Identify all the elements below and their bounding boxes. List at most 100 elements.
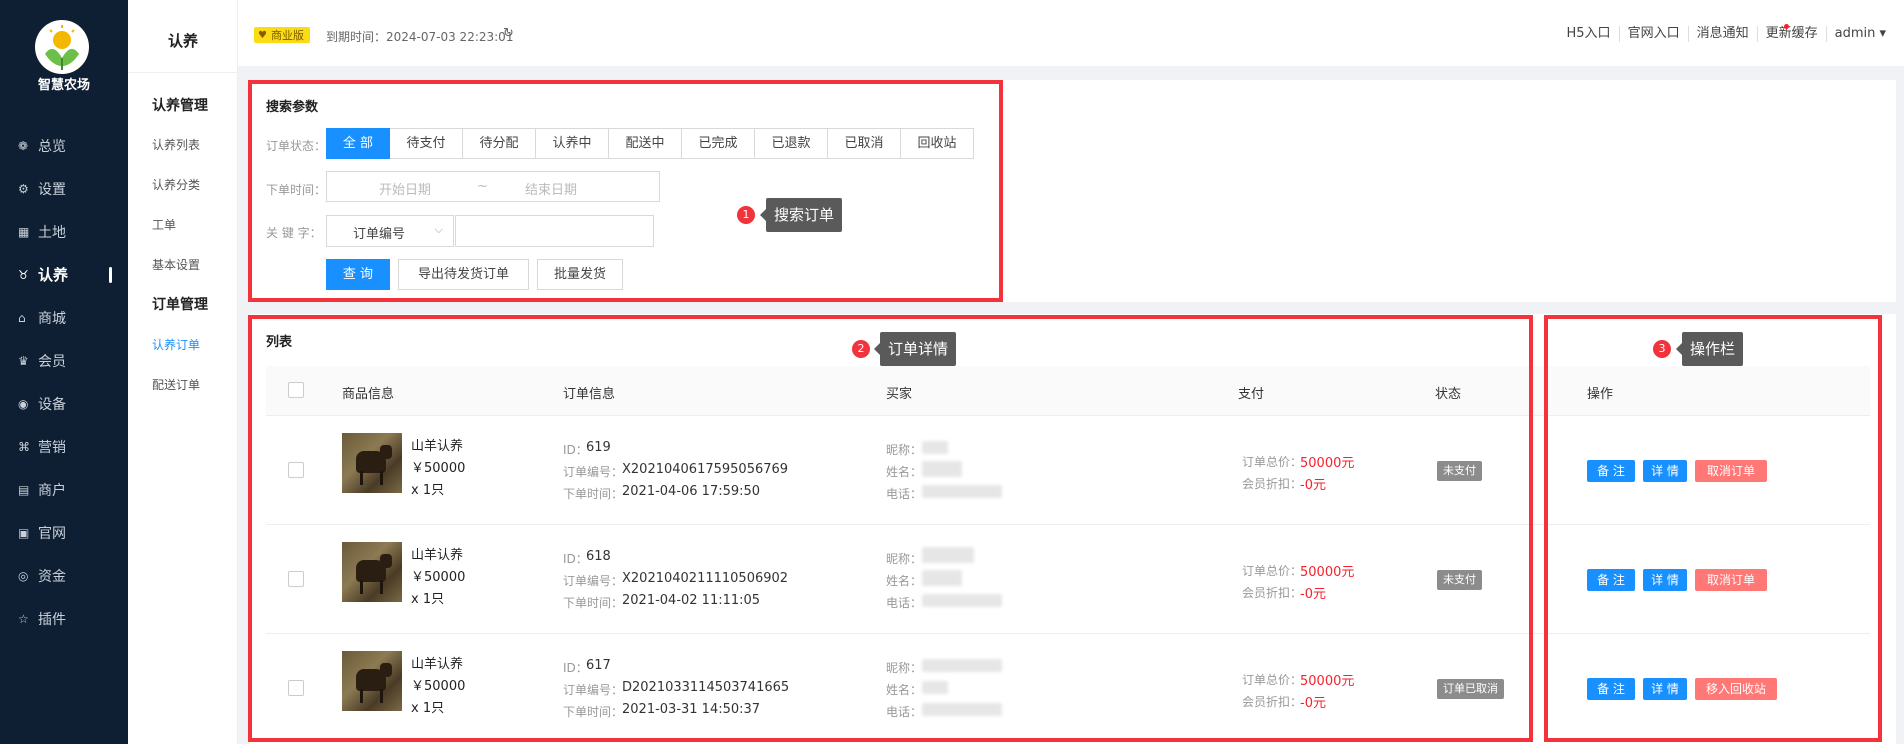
notifications-link[interactable]: 消息通知 — [1687, 26, 1757, 42]
order-id-label: ID： — [563, 552, 588, 566]
product-image — [342, 651, 402, 711]
nav-label: 设置 — [38, 181, 66, 198]
nav-item-shop[interactable]: ⌂ 商城 — [0, 296, 128, 339]
nav-item-plugin[interactable]: ☆ 插件 — [0, 597, 128, 640]
submenu-title: 认养 — [167, 32, 198, 50]
refresh-icon[interactable]: ↻ — [503, 26, 514, 41]
row-checkbox[interactable] — [288, 462, 304, 478]
product-qty: x 1只 — [411, 701, 445, 716]
clear-cache-link[interactable]: 更新缓存 — [1756, 26, 1826, 42]
status-all[interactable]: 全 部 — [326, 128, 390, 159]
remark-button[interactable]: 备 注 — [1587, 678, 1635, 700]
detail-button[interactable]: 详 情 — [1643, 460, 1687, 482]
order-no-label: 订单编号： — [563, 683, 624, 697]
member-icon: ♛ — [18, 353, 29, 368]
header-links: H5入口 官网入口 消息通知 更新缓存 admin ▾ — [1559, 26, 1894, 42]
dashboard-icon: ❁ — [18, 138, 29, 153]
buyer-name-redacted — [922, 570, 962, 586]
row-checkbox[interactable] — [288, 680, 304, 696]
buyer-name-redacted — [922, 681, 948, 694]
nav-item-fund[interactable]: ◎ 资金 — [0, 554, 128, 597]
order-no: X2021040211110506902 — [622, 571, 789, 586]
submenu-item-adopt-orders[interactable]: 认养订单 — [152, 336, 200, 353]
col-pay: 支付 — [1238, 387, 1265, 402]
keyword-type-select[interactable]: 订单编号 ⌵ — [326, 215, 454, 247]
detail-button[interactable]: 详 情 — [1643, 569, 1687, 591]
status-pending-assign[interactable]: 待分配 — [463, 128, 536, 159]
nav-item-settings[interactable]: ⚙ 设置 — [0, 167, 128, 210]
total-price: 50000元 — [1300, 565, 1355, 580]
product-name: 山羊认养 — [411, 548, 464, 563]
search-title: 搜索参数 — [266, 100, 319, 115]
date-range-picker[interactable]: 开始日期 ~ 结束日期 — [326, 171, 660, 202]
annotation-number: 3 — [1653, 340, 1671, 358]
status-completed[interactable]: 已完成 — [682, 128, 755, 159]
nav-item-land[interactable]: ▦ 土地 — [0, 210, 128, 253]
export-button[interactable]: 导出待发货订单 — [398, 259, 529, 290]
status-refunded[interactable]: 已退款 — [755, 128, 828, 159]
remark-button[interactable]: 备 注 — [1587, 569, 1635, 591]
nav-item-device[interactable]: ◉ 设备 — [0, 382, 128, 425]
product-name: 山羊认养 — [411, 657, 464, 672]
buyer-name-redacted — [922, 461, 962, 477]
top-header: ♥ 商业版 到期时间：2024-07-03 22:23:01 ↻ H5入口 官网入… — [238, 0, 1904, 66]
submenu-item-adopt-category[interactable]: 认养分类 — [152, 176, 200, 193]
annotation-number: 1 — [737, 206, 755, 224]
admin-menu[interactable]: admin ▾ — [1825, 26, 1894, 42]
select-all-checkbox[interactable] — [288, 382, 304, 398]
remark-button[interactable]: 备 注 — [1587, 460, 1635, 482]
submenu-item-work-order[interactable]: 工单 — [152, 216, 176, 233]
list-title: 列表 — [266, 335, 293, 350]
order-time: 2021-04-06 17:59:50 — [622, 484, 761, 499]
order-no-label: 订单编号： — [563, 574, 624, 588]
nav-item-overview[interactable]: ❁ 总览 — [0, 124, 128, 167]
product-price: ￥50000 — [411, 461, 466, 476]
buyer-phone-redacted — [922, 485, 1002, 498]
status-filter: 全 部 待支付 待分配 认养中 配送中 已完成 已退款 已取消 回收站 — [326, 128, 974, 159]
nav-item-marketing[interactable]: ⌘ 营销 — [0, 425, 128, 468]
total-price: 50000元 — [1300, 456, 1355, 471]
status-adopting[interactable]: 认养中 — [536, 128, 609, 159]
status-delivering[interactable]: 配送中 — [609, 128, 682, 159]
batch-ship-button[interactable]: 批量发货 — [537, 259, 623, 290]
nav-item-website[interactable]: ▣ 官网 — [0, 511, 128, 554]
chevron-down-icon: ⌵ — [434, 223, 443, 236]
discount-label: 会员折扣： — [1242, 477, 1303, 491]
cancel-order-button[interactable]: 取消订单 — [1695, 569, 1767, 591]
move-to-recycle-bin-button[interactable]: 移入回收站 — [1695, 678, 1777, 700]
col-buyer: 买家 — [886, 387, 913, 402]
sub-menu: 认养 认养管理 认养列表 认养分类 工单 基本设置 订单管理 认养订单 配送订单 — [128, 0, 238, 744]
nav-label: 营销 — [38, 439, 66, 456]
buyer-name-label: 姓名： — [886, 574, 923, 588]
status-recycle-bin[interactable]: 回收站 — [901, 128, 974, 159]
cancel-order-button[interactable]: 取消订单 — [1695, 460, 1767, 482]
h5-entry-link[interactable]: H5入口 — [1559, 26, 1619, 42]
nav-item-adopt[interactable]: ♉ 认养 — [0, 253, 128, 296]
nav-item-merchant[interactable]: ▤ 商户 — [0, 468, 128, 511]
query-button[interactable]: 查 询 — [326, 259, 390, 290]
nav-label: 总览 — [38, 138, 66, 155]
nav-label: 会员 — [38, 353, 66, 370]
keyword-input[interactable] — [455, 215, 654, 247]
submenu-item-delivery-orders[interactable]: 配送订单 — [152, 376, 200, 393]
buyer-nick-label: 昵称： — [886, 443, 923, 457]
website-entry-link[interactable]: 官网入口 — [1618, 26, 1688, 42]
status-badge: 订单已取消 — [1437, 679, 1504, 699]
detail-button[interactable]: 详 情 — [1643, 678, 1687, 700]
status-pending-pay[interactable]: 待支付 — [390, 128, 463, 159]
submenu-item-basic-settings[interactable]: 基本设置 — [152, 256, 200, 273]
discount-label: 会员折扣： — [1242, 586, 1303, 600]
order-id: 619 — [586, 440, 611, 455]
table-header: 商品信息 订单信息 买家 支付 状态 操作 — [266, 366, 1870, 416]
buyer-name-label: 姓名： — [886, 465, 923, 479]
product-name: 山羊认养 — [411, 439, 464, 454]
order-time-label: 下单时间： — [563, 705, 624, 719]
discount-value: -0元 — [1300, 587, 1326, 602]
row-checkbox[interactable] — [288, 571, 304, 587]
status-cancelled[interactable]: 已取消 — [828, 128, 901, 159]
merchant-icon: ▤ — [18, 482, 30, 497]
nav-item-member[interactable]: ♛ 会员 — [0, 339, 128, 382]
submenu-item-adopt-list[interactable]: 认养列表 — [152, 136, 200, 153]
nav-label: 土地 — [38, 224, 66, 241]
product-price: ￥50000 — [411, 679, 466, 694]
